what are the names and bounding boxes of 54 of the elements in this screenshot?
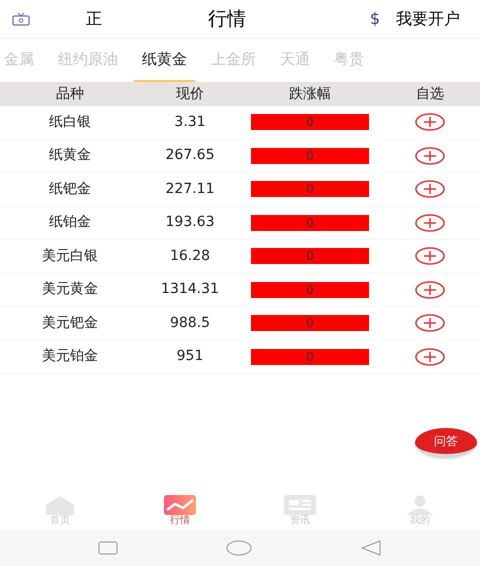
change-badge: 0 bbox=[251, 214, 369, 231]
marquee-text: 正 bbox=[86, 8, 103, 30]
column-header: 自选 bbox=[415, 84, 445, 104]
home-circle-icon[interactable] bbox=[226, 540, 252, 556]
product-name: 纸白银 bbox=[48, 112, 92, 132]
market-tab[interactable]: 上金所 bbox=[203, 39, 264, 82]
page-title: 行情 bbox=[208, 6, 246, 32]
product-name: 纸钯金 bbox=[48, 180, 92, 199]
market-tab[interactable]: 金属 bbox=[0, 39, 42, 82]
column-header: 现价 bbox=[175, 84, 205, 104]
recent-apps-icon[interactable] bbox=[98, 541, 118, 555]
price-cell-text: 267.65 bbox=[164, 146, 216, 166]
product-name: 美元钯金 bbox=[41, 314, 99, 333]
price-cell-text: 3.31 bbox=[173, 112, 207, 132]
market-tab[interactable]: 粤贵 bbox=[326, 39, 372, 82]
price-cell-text: 951 bbox=[176, 347, 204, 366]
tv-icon[interactable] bbox=[12, 12, 30, 26]
nav-tab[interactable]: 行情 bbox=[120, 495, 240, 530]
change-badge: 0 bbox=[251, 282, 369, 298]
product-name: 美元黄金 bbox=[41, 280, 99, 300]
market-tab[interactable]: 天通 bbox=[272, 39, 318, 82]
home-icon bbox=[44, 495, 76, 515]
product-name: 美元铂金 bbox=[41, 347, 99, 366]
add-favorite-icon[interactable] bbox=[415, 146, 445, 165]
price-cell-text: 1314.31 bbox=[160, 280, 220, 300]
price-cell-text: 193.63 bbox=[164, 213, 216, 232]
qa-button[interactable]: 问答 bbox=[415, 428, 477, 458]
market-tab[interactable]: 纽约原油 bbox=[50, 39, 126, 82]
change-badge: 0 bbox=[251, 148, 369, 164]
add-favorite-icon[interactable] bbox=[415, 280, 445, 299]
back-icon[interactable] bbox=[360, 540, 382, 556]
add-favorite-icon[interactable] bbox=[415, 348, 445, 366]
add-favorite-icon[interactable] bbox=[415, 314, 445, 332]
chart-icon bbox=[164, 495, 196, 515]
open-account-link[interactable]: 我要开户 bbox=[396, 7, 460, 31]
product-name: 美元白银 bbox=[41, 246, 99, 266]
add-favorite-icon[interactable] bbox=[415, 180, 445, 198]
column-header: 品种 bbox=[55, 84, 85, 104]
add-favorite-icon[interactable] bbox=[415, 247, 445, 266]
add-favorite-icon[interactable] bbox=[415, 113, 445, 132]
price-cell-text: 988.5 bbox=[168, 314, 212, 333]
change-badge: 0 bbox=[251, 315, 369, 332]
change-badge: 0 bbox=[251, 114, 369, 130]
add-favorite-icon[interactable] bbox=[415, 214, 445, 232]
news-icon bbox=[284, 495, 316, 515]
change-badge: 0 bbox=[251, 248, 369, 264]
change-badge: 0 bbox=[251, 348, 369, 365]
price-cell-text: 16.28 bbox=[168, 246, 212, 266]
product-name: 纸铂金 bbox=[48, 213, 92, 232]
product-name: 纸黄金 bbox=[48, 146, 92, 166]
column-header: 跌涨幅 bbox=[288, 84, 332, 104]
price-cell-text: 227.11 bbox=[164, 180, 216, 199]
change-badge: 0 bbox=[251, 181, 369, 198]
dollar-icon: $ bbox=[370, 7, 380, 31]
